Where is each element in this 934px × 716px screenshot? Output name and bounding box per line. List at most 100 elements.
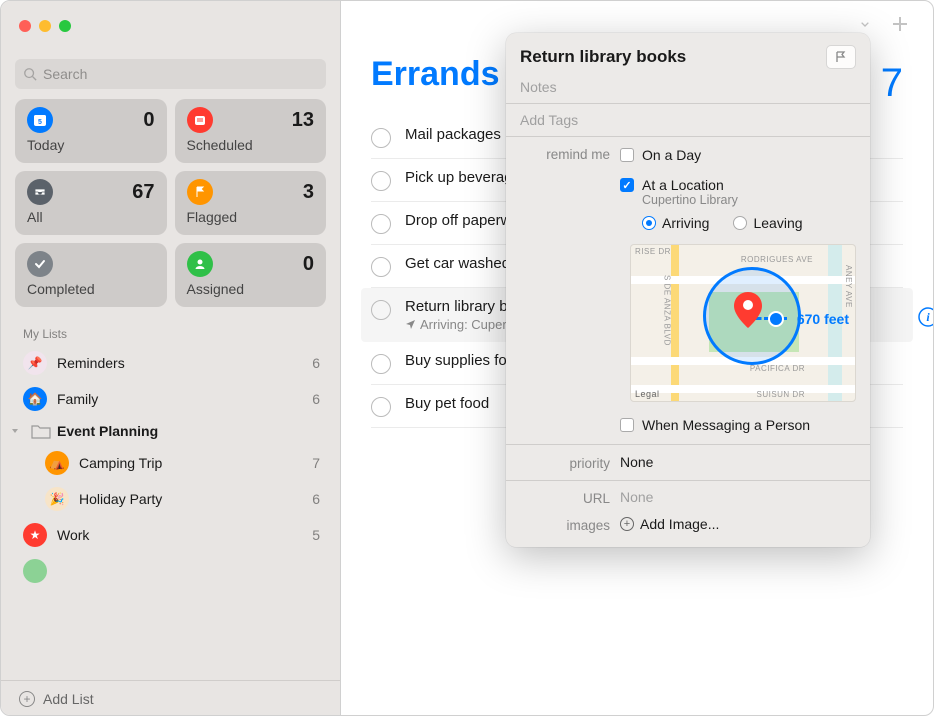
search-input[interactable] bbox=[43, 66, 318, 82]
sidebar-list-camping-trip[interactable]: ⛺ Camping Trip 7 bbox=[1, 445, 340, 481]
url-label: URL bbox=[520, 489, 620, 506]
remind-me-label: remind me bbox=[520, 145, 620, 162]
on-day-checkbox-row[interactable]: On a Day bbox=[620, 145, 856, 165]
calendar-icon: 5 bbox=[27, 107, 53, 133]
list-icon: ★ bbox=[23, 523, 47, 547]
street-label: ANEY AVE bbox=[844, 265, 853, 308]
smart-assigned-count: 0 bbox=[303, 253, 314, 276]
messaging-checkbox-row[interactable]: When Messaging a Person bbox=[620, 415, 856, 435]
tray-icon bbox=[27, 179, 53, 205]
at-location-checkbox-row[interactable]: At a Location bbox=[620, 175, 856, 195]
on-day-label: On a Day bbox=[642, 147, 701, 163]
chevron-down-icon bbox=[9, 425, 21, 437]
close-window-button[interactable] bbox=[19, 20, 31, 32]
location-arrow-icon bbox=[405, 319, 416, 330]
calendar-stack-icon bbox=[187, 107, 213, 133]
location-name: Cupertino Library bbox=[620, 193, 856, 207]
url-field[interactable]: None bbox=[620, 489, 856, 505]
images-label: images bbox=[520, 516, 620, 533]
flag-button[interactable] bbox=[826, 45, 856, 69]
popover-title[interactable]: Return library books bbox=[520, 47, 816, 67]
add-image-button[interactable]: + Add Image... bbox=[620, 516, 856, 532]
smart-all[interactable]: 67 All bbox=[15, 171, 167, 235]
minimize-window-button[interactable] bbox=[39, 20, 51, 32]
radius-handle[interactable] bbox=[768, 311, 784, 327]
complete-toggle[interactable] bbox=[371, 257, 391, 277]
list-icon: 📌 bbox=[23, 351, 47, 375]
notes-field[interactable]: Notes bbox=[506, 75, 870, 99]
smart-completed-label: Completed bbox=[27, 281, 155, 297]
list-icon: 🏠 bbox=[23, 387, 47, 411]
smart-completed[interactable]: Completed bbox=[15, 243, 167, 307]
my-lists-header: My Lists bbox=[1, 321, 340, 345]
flag-icon bbox=[187, 179, 213, 205]
street-label: S DE ANZA BLVD bbox=[662, 275, 671, 346]
search-icon bbox=[23, 67, 37, 81]
flag-icon bbox=[834, 50, 848, 64]
complete-toggle[interactable] bbox=[371, 300, 391, 320]
street-label: PACIFICA DR bbox=[750, 364, 805, 373]
sidebar: 5 0 Today 13 Scheduled bbox=[1, 1, 341, 716]
list-icon bbox=[23, 559, 47, 583]
list-name: Reminders bbox=[57, 355, 302, 371]
smart-scheduled[interactable]: 13 Scheduled bbox=[175, 99, 327, 163]
smart-assigned-label: Assigned bbox=[187, 281, 315, 297]
smart-assigned[interactable]: 0 Assigned bbox=[175, 243, 327, 307]
zoom-window-button[interactable] bbox=[59, 20, 71, 32]
complete-toggle[interactable] bbox=[371, 128, 391, 148]
tags-field[interactable]: Add Tags bbox=[506, 108, 870, 132]
street-label: RODRIGUES AVE bbox=[741, 255, 813, 264]
complete-toggle[interactable] bbox=[371, 354, 391, 374]
detail-popover: Return library books Notes Add Tags remi… bbox=[506, 33, 870, 547]
lists-section: My Lists 📌 Reminders 6 🏠 Family 6 Event … bbox=[1, 317, 340, 680]
check-icon bbox=[27, 251, 53, 277]
folder-icon bbox=[31, 423, 51, 439]
list-count: 7 bbox=[312, 455, 320, 471]
smart-all-count: 67 bbox=[132, 181, 154, 204]
sidebar-folder-event-planning[interactable]: Event Planning bbox=[1, 417, 340, 445]
messaging-label: When Messaging a Person bbox=[642, 417, 810, 433]
sidebar-list-work[interactable]: ★ Work 5 bbox=[1, 517, 340, 553]
list-count: 6 bbox=[312, 491, 320, 507]
smart-today[interactable]: 5 0 Today bbox=[15, 99, 167, 163]
list-name: Camping Trip bbox=[79, 455, 302, 471]
info-button[interactable]: i bbox=[917, 306, 934, 328]
street-label: RISE DR bbox=[635, 247, 671, 256]
folder-name: Event Planning bbox=[57, 423, 320, 439]
sidebar-list-cutoff[interactable] bbox=[1, 553, 340, 589]
complete-toggle[interactable] bbox=[371, 397, 391, 417]
smart-today-label: Today bbox=[27, 137, 155, 153]
sidebar-list-holiday-party[interactable]: 🎉 Holiday Party 6 bbox=[1, 481, 340, 517]
list-name: Work bbox=[57, 527, 302, 543]
radio-on-icon bbox=[642, 216, 656, 230]
add-image-label: Add Image... bbox=[640, 516, 719, 532]
leaving-label: Leaving bbox=[753, 215, 802, 231]
svg-text:i: i bbox=[926, 310, 930, 324]
map-legal-link[interactable]: Legal bbox=[635, 389, 660, 399]
smart-all-label: All bbox=[27, 209, 155, 225]
priority-label: priority bbox=[520, 454, 620, 471]
list-icon: ⛺ bbox=[45, 451, 69, 475]
smart-flagged[interactable]: 3 Flagged bbox=[175, 171, 327, 235]
search-box[interactable] bbox=[15, 59, 326, 89]
arriving-radio[interactable]: Arriving bbox=[642, 215, 709, 231]
add-reminder-button[interactable] bbox=[891, 15, 909, 33]
smart-scheduled-label: Scheduled bbox=[187, 137, 315, 153]
leaving-radio[interactable]: Leaving bbox=[733, 215, 802, 231]
complete-toggle[interactable] bbox=[371, 214, 391, 234]
complete-toggle[interactable] bbox=[371, 171, 391, 191]
list-icon: 🎉 bbox=[45, 487, 69, 511]
checkbox-checked-icon bbox=[620, 178, 634, 192]
checkbox-icon bbox=[620, 148, 634, 162]
toolbar-chevron-icon[interactable] bbox=[859, 15, 871, 33]
smart-scheduled-count: 13 bbox=[292, 109, 314, 132]
sidebar-list-family[interactable]: 🏠 Family 6 bbox=[1, 381, 340, 417]
list-name: Family bbox=[57, 391, 302, 407]
location-map[interactable]: RISE DR S DE ANZA BLVD RODRIGUES AVE ANE… bbox=[630, 244, 856, 402]
priority-select[interactable]: None bbox=[620, 454, 856, 470]
smart-lists-grid: 5 0 Today 13 Scheduled bbox=[1, 99, 340, 317]
sidebar-list-reminders[interactable]: 📌 Reminders 6 bbox=[1, 345, 340, 381]
add-list-button[interactable]: + Add List bbox=[1, 680, 340, 716]
radio-off-icon bbox=[733, 216, 747, 230]
smart-flagged-count: 3 bbox=[303, 181, 314, 204]
